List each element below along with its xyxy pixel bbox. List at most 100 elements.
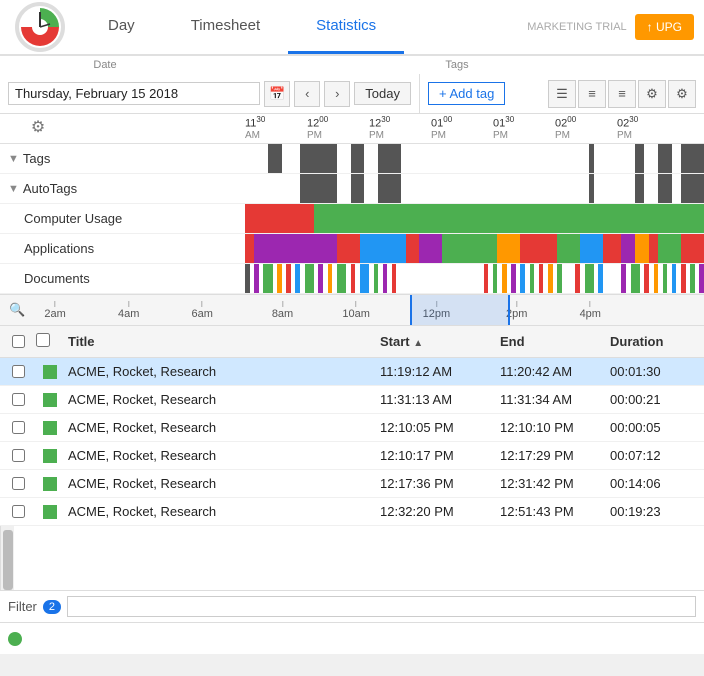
th-start[interactable]: Start ▲ xyxy=(376,334,496,349)
td-end-1: 11:31:34 AM xyxy=(496,392,606,407)
search-icon-area[interactable]: 🔍 xyxy=(0,302,35,318)
ruler-tick-line-4 xyxy=(356,301,357,307)
tick-main-2: 1230 xyxy=(369,115,390,130)
scrollbar-thumb[interactable] xyxy=(3,530,13,590)
th-select-all[interactable] xyxy=(0,335,36,348)
today-button[interactable]: Today xyxy=(354,82,411,105)
bar-seg-documents-3 xyxy=(277,264,282,293)
prev-date-button[interactable]: ‹ xyxy=(294,81,320,107)
table-row-0[interactable]: ACME, Rocket, Research 11:19:12 AM 11:20… xyxy=(0,358,704,386)
td-check-0[interactable] xyxy=(0,365,36,378)
td-check-3[interactable] xyxy=(0,449,36,462)
chevron-tags[interactable]: ▼ xyxy=(8,153,19,165)
bar-area-autotags xyxy=(245,174,704,203)
list-view-btn[interactable]: ☰ xyxy=(548,80,576,108)
td-duration-2: 00:00:05 xyxy=(606,420,686,435)
date-tags-bar: 📅 ‹ › Today + Add tag ☰ ≡ ≡ ⚙ ⚙ xyxy=(0,74,704,114)
bar-seg-documents-33 xyxy=(681,264,686,293)
th-duration[interactable]: Duration xyxy=(606,334,686,349)
row-checkbox-1[interactable] xyxy=(12,393,25,406)
tab-statistics[interactable]: Statistics xyxy=(288,0,404,54)
ruler-tick-label-7: 4pm xyxy=(580,308,601,320)
bar-seg-documents-16 xyxy=(493,264,498,293)
settings-view-btn[interactable]: ⚙ xyxy=(638,80,666,108)
bar-seg-applications-3 xyxy=(360,234,406,263)
filter-input[interactable] xyxy=(67,596,696,617)
grid-view-btn[interactable]: ≡ xyxy=(578,80,606,108)
ruler-tick-line-7 xyxy=(590,301,591,307)
table-row-4[interactable]: ACME, Rocket, Research 12:17:36 PM 12:31… xyxy=(0,470,704,498)
bar-seg-documents-1 xyxy=(254,264,259,293)
active-range-indicator xyxy=(410,295,510,325)
scroll-ruler-ticks[interactable]: 2am4am6am8am10am12pm2pm4pm xyxy=(35,295,704,325)
table-row-1[interactable]: ACME, Rocket, Research 11:31:13 AM 11:31… xyxy=(0,386,704,414)
td-check-1[interactable] xyxy=(0,393,36,406)
date-section-label: Date xyxy=(0,56,210,74)
td-color-1 xyxy=(36,393,64,407)
next-date-button[interactable]: › xyxy=(324,81,350,107)
bar-seg-documents-13 xyxy=(383,264,388,293)
ruler-tick-label-4: 10am xyxy=(342,308,370,320)
row-checkbox-4[interactable] xyxy=(12,477,25,490)
th-title[interactable]: Title xyxy=(64,334,376,349)
td-duration-5: 00:19:23 xyxy=(606,504,686,519)
compact-view-btn[interactable]: ≡ xyxy=(608,80,636,108)
bar-seg-tags-5 xyxy=(635,144,644,173)
td-check-2[interactable] xyxy=(0,421,36,434)
td-color-5 xyxy=(36,505,64,519)
color-indicator-0 xyxy=(43,365,57,379)
bar-seg-documents-35 xyxy=(699,264,704,293)
table-row-2[interactable]: ACME, Rocket, Research 12:10:05 PM 12:10… xyxy=(0,414,704,442)
table-row-3[interactable]: ACME, Rocket, Research 12:10:17 PM 12:17… xyxy=(0,442,704,470)
row-checkbox-2[interactable] xyxy=(12,421,25,434)
date-input[interactable] xyxy=(8,82,260,105)
th-end[interactable]: End xyxy=(496,334,606,349)
td-start-3: 12:10:17 PM xyxy=(376,448,496,463)
row-checkbox-5[interactable] xyxy=(12,505,25,518)
tab-timesheet[interactable]: Timesheet xyxy=(163,0,288,54)
calendar-icon-btn[interactable]: 📅 xyxy=(264,81,290,107)
bar-seg-documents-8 xyxy=(328,264,333,293)
bar-seg-applications-16 xyxy=(681,234,704,263)
bar-seg-documents-6 xyxy=(305,264,314,293)
td-check-5[interactable] xyxy=(0,505,36,518)
row-checkbox-3[interactable] xyxy=(12,449,25,462)
bar-seg-computer_usage-1 xyxy=(314,204,704,233)
color-checkbox[interactable] xyxy=(36,333,50,347)
section-labels: Date Tags xyxy=(0,56,704,74)
tick-main-1: 1200 xyxy=(307,115,328,130)
timeline-header: ⚙ 1130AM1200PM1230PM0100PM0130PM0200PM02… xyxy=(0,114,704,144)
add-tag-button[interactable]: + Add tag xyxy=(428,82,505,105)
bar-seg-documents-24 xyxy=(575,264,580,293)
tick-period-2: PM xyxy=(369,130,384,141)
timeline-row-autotags: ▼AutoTags xyxy=(0,174,704,204)
tag-text-input[interactable] xyxy=(28,631,696,646)
upgrade-button[interactable]: ↑ UPG xyxy=(635,14,694,40)
color-indicator-5 xyxy=(43,505,57,519)
td-end-5: 12:51:43 PM xyxy=(496,504,606,519)
export-btn[interactable]: ⚙ xyxy=(668,80,696,108)
bar-seg-documents-29 xyxy=(644,264,649,293)
td-title-4: ACME, Rocket, Research xyxy=(64,476,376,491)
table-vertical-scrollbar[interactable] xyxy=(0,526,14,590)
bar-seg-documents-20 xyxy=(530,264,535,293)
row-label-documents: Documents xyxy=(0,271,245,286)
tab-day[interactable]: Day xyxy=(80,0,163,54)
timeline-settings-btn[interactable]: ⚙ xyxy=(24,114,52,141)
bar-seg-documents-34 xyxy=(690,264,695,293)
th-color xyxy=(36,333,64,350)
td-color-0 xyxy=(36,365,64,379)
bar-seg-autotags-2 xyxy=(378,174,401,203)
select-all-checkbox[interactable] xyxy=(12,335,25,348)
table-row-5[interactable]: ACME, Rocket, Research 12:32:20 PM 12:51… xyxy=(0,498,704,526)
bar-seg-autotags-5 xyxy=(658,174,672,203)
row-label-text-applications: Applications xyxy=(24,241,94,256)
bar-seg-documents-17 xyxy=(502,264,507,293)
row-checkbox-0[interactable] xyxy=(12,365,25,378)
bar-seg-documents-15 xyxy=(484,264,489,293)
chevron-autotags[interactable]: ▼ xyxy=(8,183,19,195)
timeline-area: ▼Tags▼AutoTagsComputer UsageApplications… xyxy=(0,144,704,294)
bar-seg-documents-26 xyxy=(598,264,603,293)
bar-seg-documents-32 xyxy=(672,264,677,293)
td-check-4[interactable] xyxy=(0,477,36,490)
